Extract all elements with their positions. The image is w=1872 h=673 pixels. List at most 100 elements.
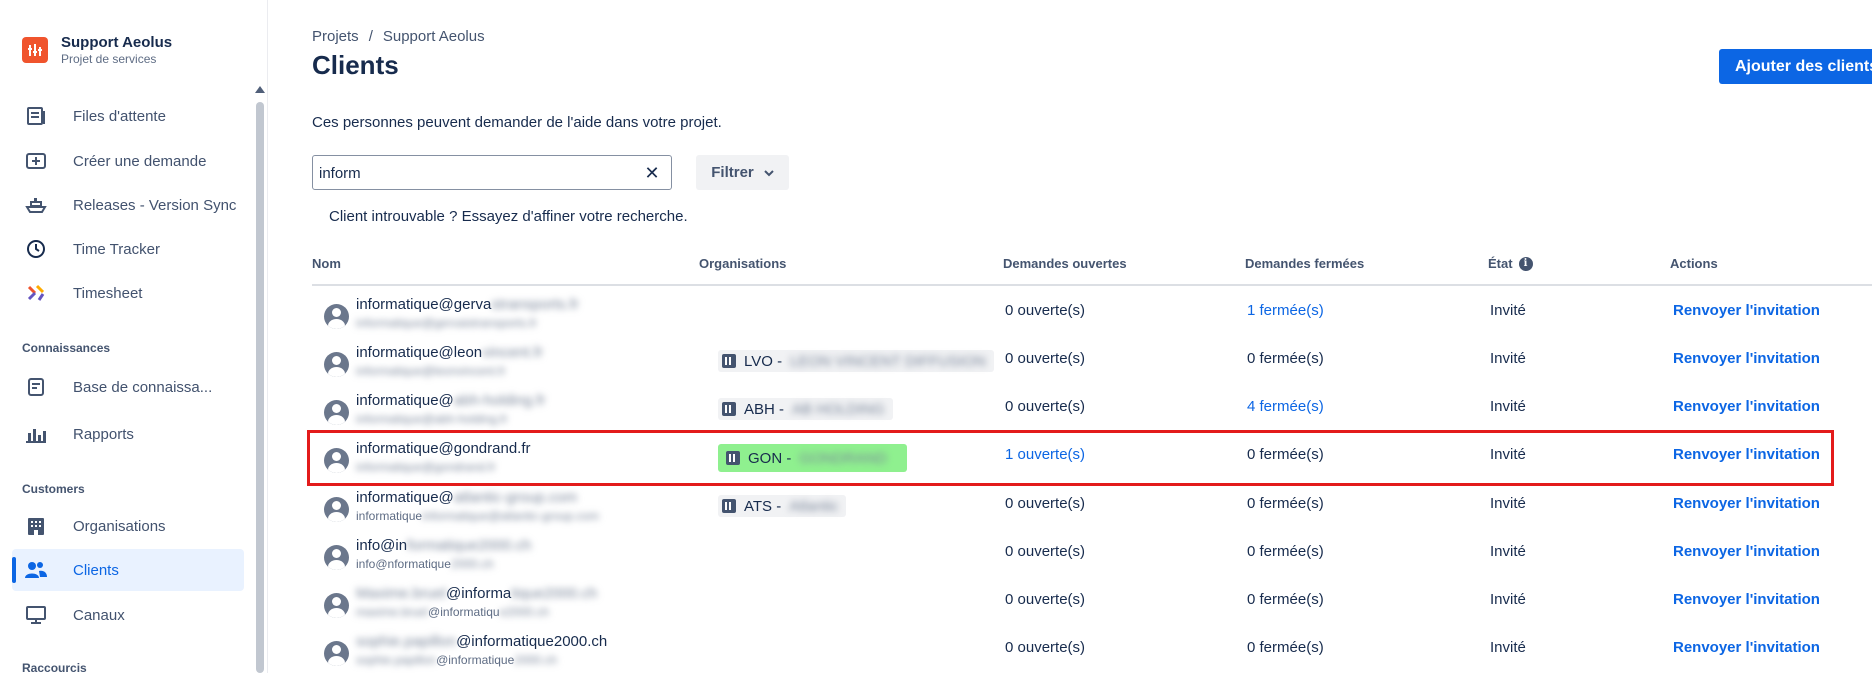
- organisation-lozenge[interactable]: GON - GONDRAND: [718, 444, 907, 472]
- search-input[interactable]: [319, 162, 629, 184]
- closed-requests-link[interactable]: 4 fermée(s): [1247, 398, 1324, 415]
- add-clients-button[interactable]: Ajouter des clients: [1719, 49, 1872, 84]
- resend-invitation-link[interactable]: Renvoyer l'invitation: [1673, 639, 1820, 656]
- sidebar-item-label: Releases - Version Sync: [73, 196, 237, 214]
- client-name-visible: informatique@: [356, 489, 454, 506]
- queue-icon: [24, 104, 48, 128]
- client-email: maxime.bruel@informatique2000.ch: [356, 605, 549, 619]
- redacted-text: sophie.papillon: [356, 653, 437, 667]
- table-row[interactable]: informatique@gondrand.fr informatique@go…: [312, 434, 1872, 482]
- open-requests-count: 0 ouverte(s): [1005, 543, 1086, 560]
- open-requests-count: 0 ouverte(s): [1005, 350, 1086, 367]
- client-email-visible: nformatique: [387, 557, 451, 571]
- client-name[interactable]: informatique@gondrand.fr: [356, 440, 531, 457]
- client-email-visible: info@: [356, 557, 388, 571]
- client-name[interactable]: informatique@abh-holding.fr: [356, 392, 546, 409]
- state-value: Invité: [1490, 639, 1526, 656]
- client-email: informatiqueinformatique@atlantic-group.…: [356, 509, 599, 523]
- redacted-text: e2000.ch: [499, 605, 549, 619]
- client-email-visible: informatique: [356, 509, 423, 523]
- sidebar-item-time-tracker[interactable]: Time Tracker: [12, 228, 244, 270]
- client-name-visible: @informa: [446, 585, 512, 602]
- redacted-text: abh-holding.fr: [453, 392, 546, 409]
- search-field[interactable]: ✕: [312, 155, 672, 190]
- sidebar-item-queues[interactable]: Files d'attente: [12, 95, 244, 137]
- redacted-text: Maxime.bruel: [356, 585, 447, 602]
- ship-icon: [24, 193, 48, 217]
- table-row[interactable]: informatique@abh-holding.fr informatique…: [312, 386, 1872, 434]
- redacted-text: Atlantic: [789, 497, 839, 515]
- column-header-state-label: État: [1488, 256, 1513, 271]
- table-row[interactable]: sophie.papillon@informatique2000.ch soph…: [312, 627, 1872, 673]
- client-email: informatique@gondrand.fr: [356, 460, 496, 474]
- sidebar-item-reports[interactable]: Rapports: [12, 413, 244, 455]
- client-email-visible: @informatiqu: [428, 605, 500, 619]
- breadcrumb-projects-link[interactable]: Projets: [312, 28, 359, 45]
- closed-requests-count: 0 fermée(s): [1247, 495, 1324, 512]
- sidebar-item-channels[interactable]: Canaux: [12, 594, 244, 636]
- column-header-state[interactable]: État i: [1488, 256, 1533, 271]
- column-header-organisations[interactable]: Organisations: [699, 256, 786, 271]
- organisation-code: LVO -: [744, 352, 783, 370]
- client-name-visible: informatique@gerva: [356, 296, 492, 313]
- redacted-text: atlantic-group.com: [453, 489, 578, 506]
- project-type: Projet de services: [61, 52, 157, 66]
- filter-button[interactable]: Filtrer: [696, 155, 789, 190]
- client-name[interactable]: informatique@atlantic-group.com: [356, 489, 577, 506]
- column-header-open-requests[interactable]: Demandes ouvertes: [1003, 256, 1127, 271]
- resend-invitation-link[interactable]: Renvoyer l'invitation: [1673, 446, 1820, 463]
- project-header[interactable]: Support Aeolus Projet de services: [22, 34, 172, 67]
- table-row[interactable]: informatique@leonvincent.fr informatique…: [312, 338, 1872, 386]
- column-header-closed-requests[interactable]: Demandes fermées: [1245, 256, 1364, 271]
- sidebar-item-create-request[interactable]: Créer une demande: [12, 140, 244, 182]
- sidebar-item-timesheet[interactable]: Timesheet: [12, 272, 244, 314]
- sidebar-item-knowledge-base[interactable]: Base de connaissa...: [12, 366, 244, 408]
- sidebar-item-organisations[interactable]: Organisations: [12, 505, 244, 547]
- table-row[interactable]: Maxime.bruel@informatique2000.ch maxime.…: [312, 579, 1872, 627]
- organisation-lozenge[interactable]: ATS - Atlantic: [718, 495, 847, 517]
- clock-icon: [24, 237, 48, 261]
- client-name[interactable]: informatique@gervastransports.fr: [356, 296, 579, 313]
- sidebar-item-label: Rapports: [73, 425, 134, 443]
- table-row[interactable]: informatique@atlantic-group.com informat…: [312, 483, 1872, 531]
- resend-invitation-link[interactable]: Renvoyer l'invitation: [1673, 591, 1820, 608]
- scroll-up-arrow-icon[interactable]: [255, 86, 265, 93]
- client-name[interactable]: info@informatique2000.ch: [356, 537, 531, 554]
- resend-invitation-link[interactable]: Renvoyer l'invitation: [1673, 398, 1820, 415]
- redacted-text: sophie.papillon: [356, 633, 457, 650]
- client-name-visible: informatique@: [356, 392, 454, 409]
- open-requests-link[interactable]: 1 ouverte(s): [1005, 446, 1085, 463]
- client-name[interactable]: Maxime.bruel@informatique2000.ch: [356, 585, 597, 602]
- closed-requests-count: 0 fermée(s): [1247, 446, 1324, 463]
- info-icon[interactable]: i: [1518, 256, 1533, 271]
- sidebar-scrollbar[interactable]: [256, 102, 264, 673]
- building-icon: [726, 451, 740, 465]
- closed-requests-count: 0 fermée(s): [1247, 350, 1324, 367]
- resend-invitation-link[interactable]: Renvoyer l'invitation: [1673, 495, 1820, 512]
- client-name[interactable]: informatique@leonvincent.fr: [356, 344, 543, 361]
- organisation-lozenge[interactable]: ABH - AB HOLDING: [718, 398, 893, 420]
- resend-invitation-link[interactable]: Renvoyer l'invitation: [1673, 302, 1820, 319]
- table-row[interactable]: info@informatique2000.ch info@nformatiqu…: [312, 531, 1872, 579]
- closed-requests-link[interactable]: 1 fermée(s): [1247, 302, 1324, 319]
- redacted-text: formatique2000.ch: [407, 537, 532, 554]
- building-icon: [722, 402, 736, 416]
- resend-invitation-link[interactable]: Renvoyer l'invitation: [1673, 350, 1820, 367]
- column-header-name[interactable]: Nom: [312, 256, 341, 271]
- organisation-lozenge[interactable]: LVO - LEON VINCENT DIFFUSION: [718, 350, 994, 372]
- client-name[interactable]: sophie.papillon@informatique2000.ch: [356, 633, 607, 650]
- monitor-icon: [24, 603, 48, 627]
- avatar: [324, 497, 349, 522]
- resend-invitation-link[interactable]: Renvoyer l'invitation: [1673, 543, 1820, 560]
- breadcrumb-project-link[interactable]: Support Aeolus: [383, 28, 485, 45]
- sidebar-item-clients[interactable]: Clients: [12, 549, 244, 591]
- table-row[interactable]: informatique@gervastransports.fr informa…: [312, 290, 1872, 338]
- state-value: Invité: [1490, 398, 1526, 415]
- redacted-text: 2000.ch: [514, 653, 557, 667]
- page-description: Ces personnes peuvent demander de l'aide…: [312, 114, 722, 131]
- page-title: Clients: [312, 50, 399, 80]
- sidebar-item-releases[interactable]: Releases - Version Sync: [12, 184, 244, 226]
- client-name-visible: @informatique2000.ch: [456, 633, 608, 650]
- organisation-code: ABH -: [744, 400, 785, 418]
- clear-search-icon[interactable]: ✕: [643, 164, 661, 182]
